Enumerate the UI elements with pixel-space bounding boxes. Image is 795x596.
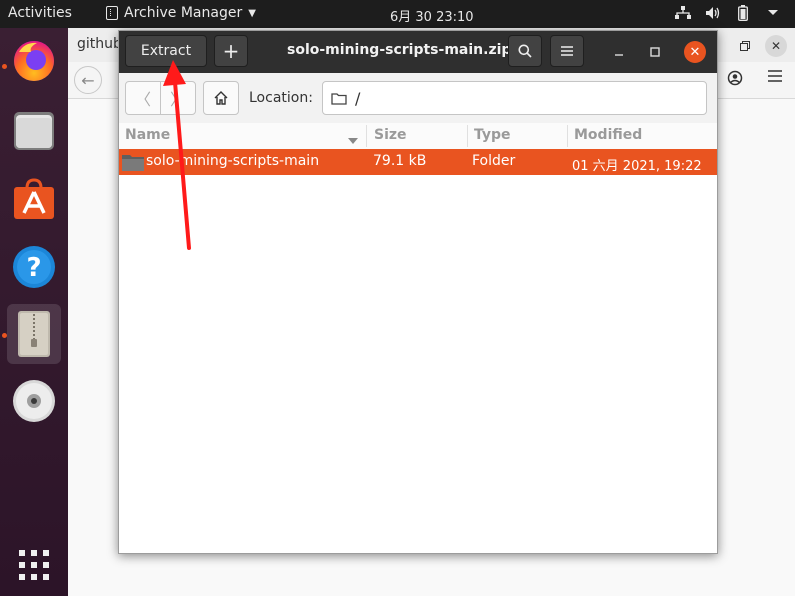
archive-manager-window: Extract + solo-mining-scripts-main.zip ✕… bbox=[118, 30, 718, 554]
folder-icon bbox=[331, 92, 347, 105]
location-label: Location: bbox=[249, 90, 313, 106]
firefox-icon bbox=[14, 41, 54, 81]
header-bar: Extract + solo-mining-scripts-main.zip ✕ bbox=[119, 31, 717, 73]
forward-button[interactable]: 〉 bbox=[160, 81, 196, 115]
column-separator bbox=[366, 125, 367, 147]
extract-button[interactable]: Extract bbox=[125, 35, 207, 67]
home-icon bbox=[214, 91, 228, 105]
optical-disc-icon bbox=[13, 380, 55, 422]
browser-restore-icon[interactable] bbox=[734, 35, 756, 57]
app-menu-label: Archive Manager bbox=[124, 5, 243, 21]
chevron-left-icon: 〈 bbox=[134, 90, 151, 109]
location-toolbar: 〈 〉 Location: / bbox=[119, 73, 717, 124]
clock[interactable]: 6月 30 23:10 bbox=[390, 6, 474, 25]
add-files-button[interactable]: + bbox=[214, 35, 248, 67]
archive-app-icon bbox=[106, 6, 118, 20]
file-name: solo-mining-scripts-main bbox=[146, 153, 320, 169]
dock-software[interactable] bbox=[7, 172, 61, 226]
account-icon[interactable] bbox=[727, 70, 743, 90]
menu-button[interactable] bbox=[550, 35, 584, 67]
help-icon: ? bbox=[13, 246, 55, 288]
system-tray[interactable] bbox=[675, 4, 781, 22]
file-modified: 01 六月 2021, 19:22 bbox=[572, 159, 702, 174]
column-size[interactable]: Size bbox=[374, 127, 407, 143]
column-separator bbox=[567, 125, 568, 147]
close-icon[interactable]: ✕ bbox=[684, 41, 706, 63]
chevron-down-icon: ▼ bbox=[248, 7, 256, 19]
battery-icon bbox=[735, 4, 751, 22]
search-button[interactable] bbox=[508, 35, 542, 67]
minimize-icon[interactable] bbox=[608, 41, 630, 63]
file-row[interactable]: solo-mining-scripts-main 79.1 kB Folder … bbox=[119, 149, 717, 175]
dock-show-apps[interactable] bbox=[7, 538, 61, 592]
column-separator bbox=[467, 125, 468, 147]
file-type: Folder bbox=[472, 153, 516, 169]
dock-disc[interactable] bbox=[7, 374, 61, 428]
top-bar: Activities Archive Manager ▼ 6月 30 23:10 bbox=[0, 0, 795, 28]
hamburger-menu-icon bbox=[561, 46, 573, 56]
location-path: / bbox=[355, 88, 361, 108]
dock-archive-manager[interactable] bbox=[7, 304, 61, 364]
home-button[interactable] bbox=[203, 81, 239, 115]
browser-tab-title[interactable]: github bbox=[77, 36, 122, 52]
column-header: Name Size Type Modified bbox=[119, 123, 717, 150]
power-menu-icon bbox=[765, 4, 781, 22]
column-type[interactable]: Type bbox=[474, 127, 511, 143]
svg-text:?: ? bbox=[26, 253, 41, 283]
maximize-icon[interactable] bbox=[644, 41, 666, 63]
window-title: solo-mining-scripts-main.zip bbox=[287, 42, 512, 58]
dock: ? bbox=[0, 28, 68, 596]
network-icon bbox=[675, 4, 691, 22]
volume-icon bbox=[705, 4, 721, 22]
browser-back-icon[interactable]: ← bbox=[74, 66, 102, 94]
app-menu[interactable]: Archive Manager ▼ bbox=[106, 5, 256, 21]
hamburger-menu-icon[interactable] bbox=[768, 70, 782, 86]
archive-manager-icon bbox=[18, 311, 50, 357]
search-icon bbox=[518, 44, 532, 58]
file-size: 79.1 kB bbox=[373, 153, 427, 169]
chevron-right-icon: 〉 bbox=[169, 90, 186, 109]
dock-help[interactable]: ? bbox=[7, 240, 61, 294]
activities-button[interactable]: Activities bbox=[8, 5, 72, 21]
software-store-icon bbox=[14, 178, 54, 219]
column-name[interactable]: Name bbox=[125, 127, 170, 143]
column-modified[interactable]: Modified bbox=[574, 127, 642, 143]
browser-close-icon[interactable]: ✕ bbox=[765, 35, 787, 57]
location-field[interactable]: / bbox=[322, 81, 707, 115]
dock-firefox[interactable] bbox=[7, 34, 61, 88]
sort-down-icon bbox=[348, 132, 358, 148]
files-icon bbox=[14, 112, 54, 150]
dock-files[interactable] bbox=[7, 104, 61, 158]
back-button[interactable]: 〈 bbox=[125, 81, 161, 115]
app-grid-icon bbox=[19, 550, 49, 580]
folder-icon bbox=[121, 152, 145, 176]
